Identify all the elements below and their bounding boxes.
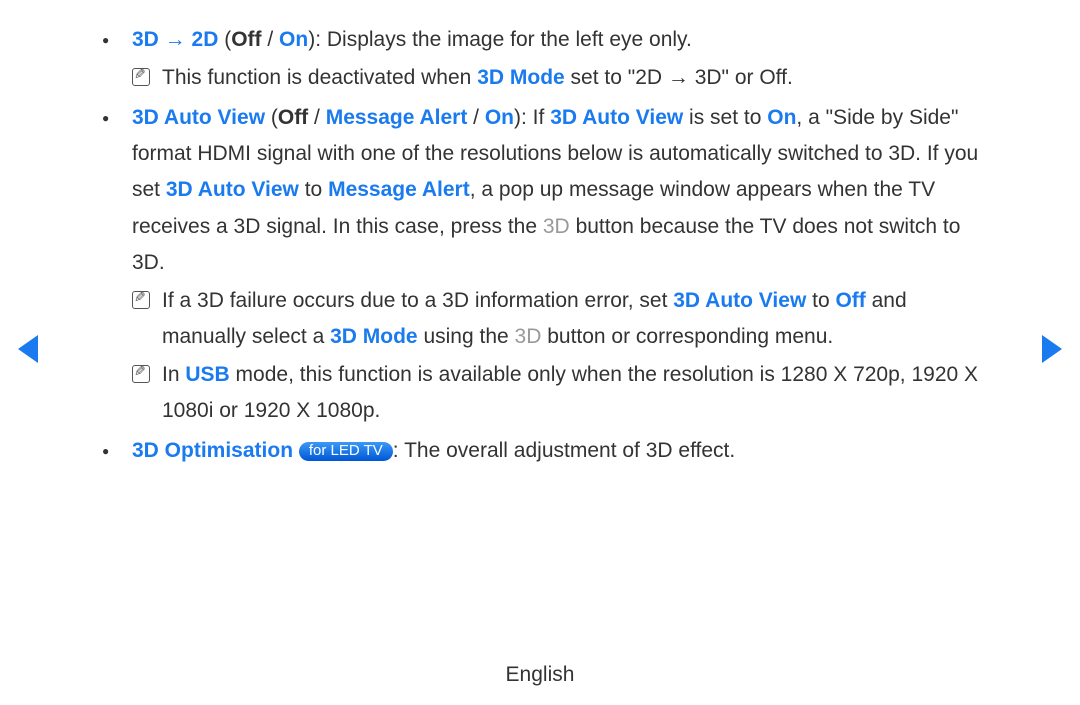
bullet-3d-auto-view: 3D Auto View (Off / Message Alert / On):…	[100, 100, 980, 429]
note: If a 3D failure occurs due to a 3D infor…	[132, 283, 980, 355]
document-body: 3D → 2D (Off / On): Displays the image f…	[100, 22, 980, 473]
option-title: 3D Optimisation	[132, 439, 293, 462]
option-title: 3D → 2D	[132, 28, 218, 51]
note: This function is deactivated when 3D Mod…	[132, 60, 980, 96]
bullet-3d-optimisation: 3D Optimisation for LED TV: The overall …	[100, 433, 980, 469]
next-page-arrow[interactable]	[1042, 335, 1062, 363]
page-language-footer: English	[0, 663, 1080, 687]
for-led-tv-badge: for LED TV	[299, 442, 393, 461]
bullet-3d-to-2d: 3D → 2D (Off / On): Displays the image f…	[100, 22, 980, 96]
prev-page-arrow[interactable]	[18, 335, 38, 363]
note: In USB mode, this function is available …	[132, 357, 980, 429]
